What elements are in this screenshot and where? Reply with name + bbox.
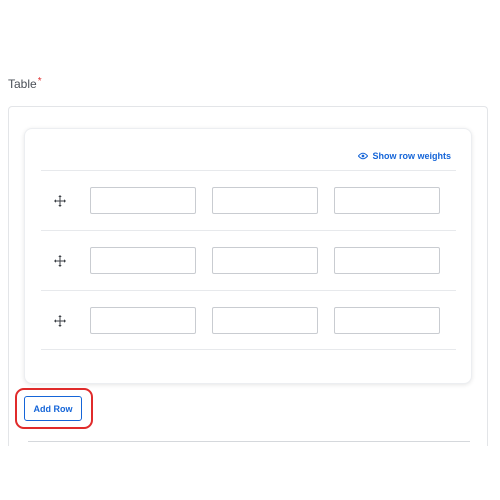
table-row (41, 230, 456, 290)
row-1-cell-2-input[interactable] (212, 187, 318, 214)
show-row-weights-link[interactable]: Show row weights (358, 151, 451, 161)
eye-icon (358, 152, 369, 160)
table-card: Show row weights (24, 128, 472, 384)
drag-move-icon[interactable] (54, 195, 66, 207)
add-row-button[interactable]: Add Row (24, 396, 82, 421)
table-row (41, 290, 456, 350)
show-row-weights-label: Show row weights (372, 151, 451, 161)
row-2-cell-3-input[interactable] (334, 247, 440, 274)
row-2-cell-2-input[interactable] (212, 247, 318, 274)
required-indicator: * (37, 76, 42, 87)
divider (28, 441, 470, 442)
drag-move-icon[interactable] (54, 315, 66, 327)
row-2-cell-1-input[interactable] (90, 247, 196, 274)
row-1-cell-3-input[interactable] (334, 187, 440, 214)
row-3-cell-2-input[interactable] (212, 307, 318, 334)
row-1-cell-1-input[interactable] (90, 187, 196, 214)
row-3-cell-3-input[interactable] (334, 307, 440, 334)
drag-move-icon[interactable] (54, 255, 66, 267)
table-label-text: Table (8, 77, 37, 91)
row-3-cell-1-input[interactable] (90, 307, 196, 334)
table-row (41, 170, 456, 230)
table-field-label: Table* (8, 76, 42, 91)
